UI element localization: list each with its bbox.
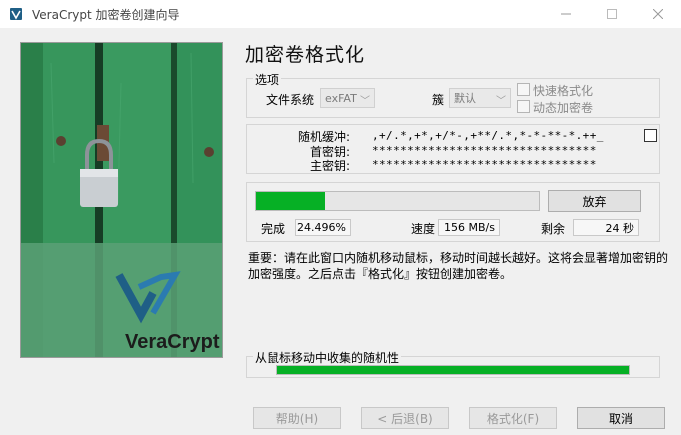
master-key-value: ******************************** — [372, 158, 597, 171]
remaining-label: 剩余 — [541, 222, 566, 236]
cluster-label: 簇 — [432, 93, 445, 107]
cluster-value: 默认 — [454, 92, 476, 105]
done-value: 24.496% — [295, 219, 351, 236]
filesystem-label: 文件系统 — [266, 93, 315, 107]
wizard-side-image: VeraCrypt — [20, 42, 223, 358]
show-keys-checkbox[interactable] — [644, 129, 657, 142]
randomness-progress-fill — [277, 366, 629, 374]
speed-label: 速度 — [411, 222, 436, 236]
back-button[interactable]: < 后退(B) — [361, 407, 449, 429]
minimize-button[interactable] — [543, 0, 589, 28]
veracrypt-app-icon — [8, 6, 24, 22]
quick-format-label: 快速格式化 — [533, 84, 594, 98]
maximize-button[interactable] — [589, 0, 635, 28]
format-progress-fill — [256, 192, 326, 210]
format-progress-bar — [255, 191, 540, 211]
quick-format-checkbox[interactable] — [517, 83, 530, 96]
master-key-label: 主密钥: — [310, 159, 351, 173]
dynamic-volume-label: 动态加密卷 — [533, 101, 594, 115]
chevron-down-icon: ﹀ — [360, 96, 370, 107]
window-title: VeraCrypt 加密卷创建向导 — [32, 7, 180, 22]
filesystem-value: exFAT — [325, 91, 357, 105]
title-bar[interactable]: VeraCrypt 加密卷创建向导 — [0, 0, 681, 28]
notice-text: 重要：请在此窗口内随机移动鼠标，移动时间越长越好。这将会显著增加密钥的加密强度。… — [248, 251, 669, 281]
speed-value: 156 MB/s — [438, 219, 500, 236]
page-title: 加密卷格式化 — [245, 44, 366, 66]
randomness-caption: 从鼠标移动中收集的随机性 — [253, 349, 402, 366]
chevron-down-icon: ﹀ — [496, 96, 506, 107]
random-pool-value: ,+/.*,+*,+/*-,+**/.*,*-*-**-*.++_ — [372, 129, 604, 142]
remaining-value: 24 秒 — [573, 219, 639, 236]
cluster-select[interactable]: 默认 ﹀ — [449, 88, 511, 108]
filesystem-select[interactable]: exFAT ﹀ — [320, 88, 375, 108]
header-key-value: ******************************** — [372, 144, 597, 157]
cancel-button[interactable]: 取消 — [577, 407, 665, 429]
randomness-progress-bar — [276, 365, 630, 375]
help-button[interactable]: 帮助(H) — [253, 407, 341, 429]
done-label: 完成 — [261, 222, 286, 236]
brand-label: VeraCrypt — [125, 331, 220, 353]
options-caption: 选项 — [253, 71, 282, 88]
close-button[interactable] — [635, 0, 681, 28]
abort-button[interactable]: 放弃 — [548, 190, 641, 212]
dynamic-volume-checkbox[interactable] — [517, 100, 530, 113]
format-button[interactable]: 格式化(F) — [469, 407, 557, 429]
